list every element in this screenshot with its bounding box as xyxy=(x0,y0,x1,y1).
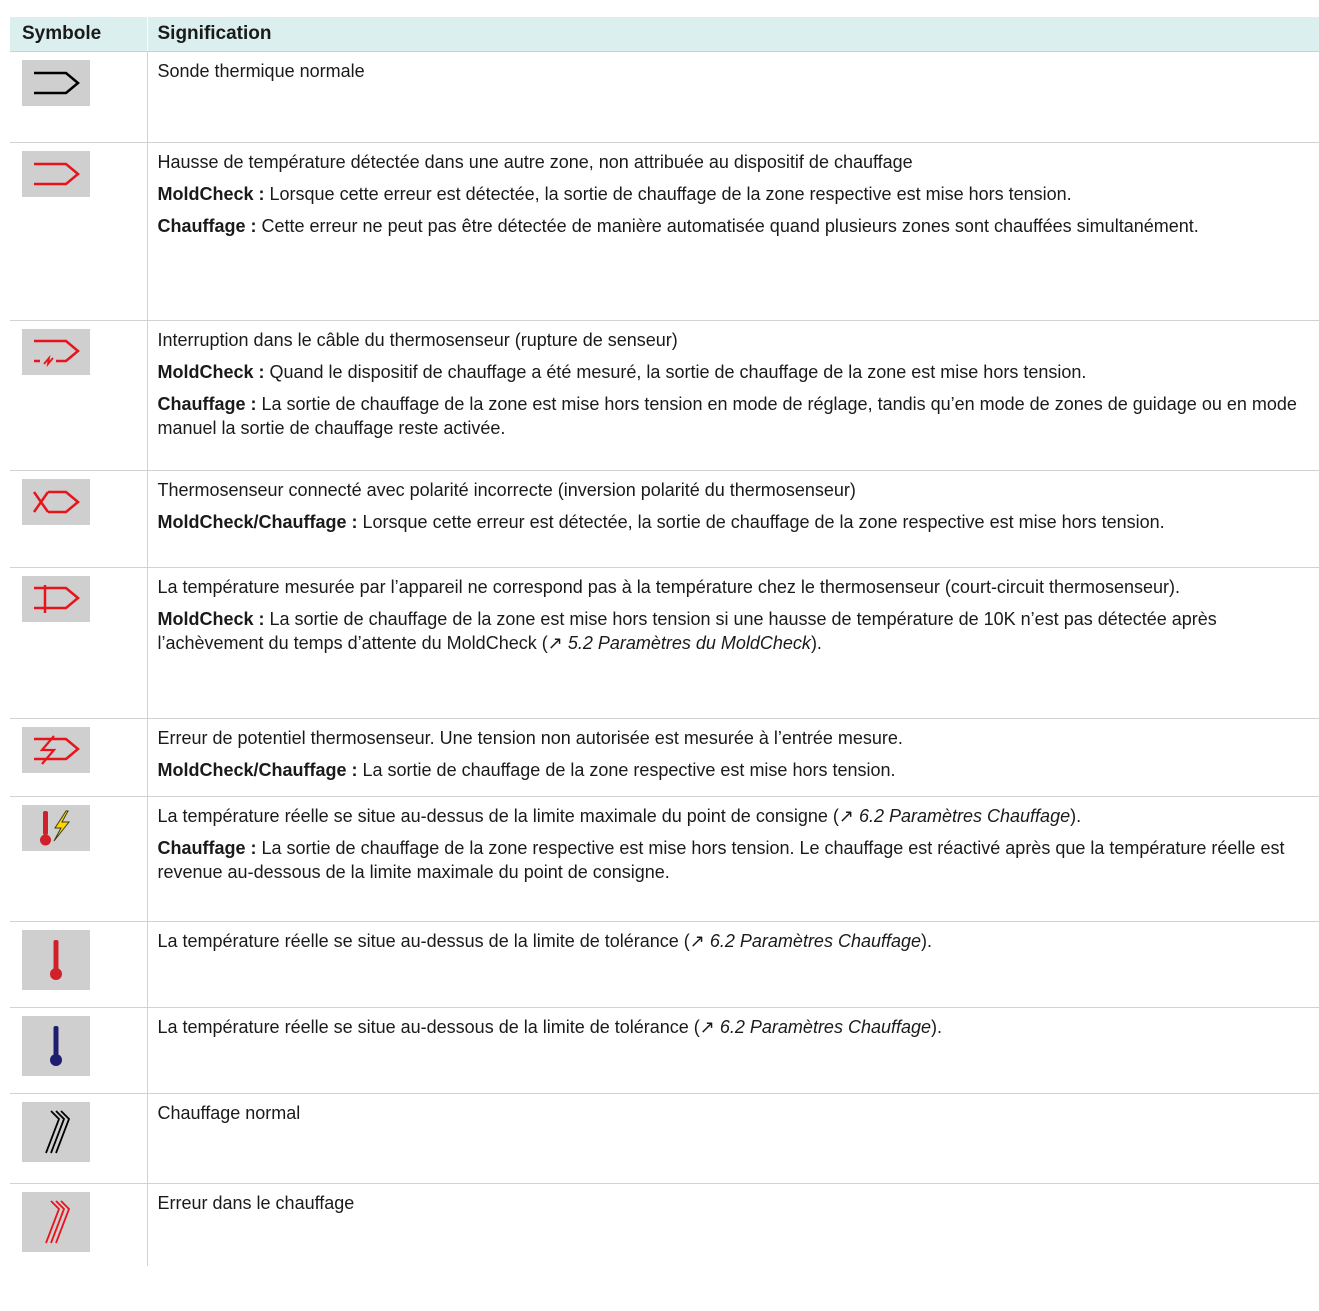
note-text: La sortie de chauffage de la zone respec… xyxy=(157,838,1285,882)
meaning-note: MoldCheck : La sortie de chauffage de la… xyxy=(158,607,1312,655)
meaning-note: MoldCheck/Chauffage : La sortie de chauf… xyxy=(158,758,1312,782)
symbol-table: Symbole Signification Sonde thermique no… xyxy=(10,17,1319,1266)
heater-error-icon xyxy=(22,1192,90,1252)
cross-ref-link[interactable]: 5.2 Paramètres du MoldCheck xyxy=(563,633,811,653)
symbol-cell xyxy=(10,142,147,321)
potential-error-icon xyxy=(22,727,90,773)
table-row: La température réelle se situe au-dessou… xyxy=(10,1007,1319,1094)
meaning-cell: Chauffage normal xyxy=(146,1093,1319,1184)
meaning-text: Erreur dans le chauffage xyxy=(157,1193,355,1213)
note-text: Cette erreur ne peut pas être détectée d… xyxy=(256,216,1199,236)
symbol-cell xyxy=(10,1007,147,1094)
over-temp-limit-icon xyxy=(22,805,90,851)
table-row: Erreur dans le chauffage xyxy=(10,1183,1319,1266)
meaning-text: La température mesurée par l’appareil ne… xyxy=(157,577,1181,597)
meaning-text-part: ). xyxy=(931,1017,943,1037)
meaning-note: MoldCheck/Chauffage : Lorsque cette erre… xyxy=(158,510,1312,534)
symbol-cell xyxy=(10,1184,147,1266)
cross-ref-arrow-icon: ↗ xyxy=(838,806,854,826)
cross-ref-arrow-icon: ↗ xyxy=(547,633,563,653)
symbol-cell xyxy=(10,567,147,719)
table-row: Erreur de potentiel thermosenseur. Une t… xyxy=(10,718,1319,797)
table-row: Thermosenseur connecté avec polarité inc… xyxy=(10,470,1319,568)
symbol-cell xyxy=(10,796,147,922)
meaning-text: Chauffage normal xyxy=(157,1103,301,1123)
meaning-text-part: ). xyxy=(1070,806,1082,826)
meaning-text-part: La température réelle se situe au-dessus… xyxy=(157,806,839,826)
meaning-note: Chauffage : Cette erreur ne peut pas êtr… xyxy=(158,214,1312,238)
table-row: Chauffage normal xyxy=(10,1093,1319,1184)
meaning-text: La température réelle se situe au-dessus… xyxy=(158,929,1312,953)
note-text: La sortie de chauffage de la zone est mi… xyxy=(157,394,1297,438)
cross-ref-link[interactable]: 6.2 Paramètres Chauffage xyxy=(705,931,921,951)
note-label: MoldCheck/Chauffage : xyxy=(157,512,358,532)
sensor-break-icon xyxy=(22,329,90,375)
note-text: Lorsque cette erreur est détectée, la so… xyxy=(357,512,1165,532)
meaning-text-part: La température réelle se situe au-dessus… xyxy=(157,931,690,951)
short-circuit-icon xyxy=(22,576,90,622)
note-label: MoldCheck : xyxy=(157,362,265,382)
meaning-text: Sonde thermique normale xyxy=(157,61,365,81)
thermocouple-normal-icon xyxy=(22,60,90,106)
cross-ref-arrow-icon: ↗ xyxy=(699,1017,715,1037)
note-label: Chauffage : xyxy=(157,394,257,414)
meaning-cell: La température réelle se situe au-dessus… xyxy=(146,921,1319,1008)
meaning-text: La température réelle se situe au-dessus… xyxy=(158,804,1312,828)
meaning-text: La température réelle se situe au-dessou… xyxy=(158,1015,1312,1039)
meaning-cell: Erreur de potentiel thermosenseur. Une t… xyxy=(146,718,1319,797)
note-label: Chauffage : xyxy=(157,838,257,858)
meaning-text: Erreur de potentiel thermosenseur. Une t… xyxy=(157,728,903,748)
note-text: ). xyxy=(810,633,822,653)
thermometer-low-icon xyxy=(22,1016,90,1076)
meaning-cell: Interruption dans le câble du thermosens… xyxy=(146,320,1319,471)
symbol-cell xyxy=(10,921,147,1008)
table-row: La température réelle se situe au-dessus… xyxy=(10,796,1319,922)
meaning-cell: La température réelle se situe au-dessou… xyxy=(146,1007,1319,1094)
table-row: Sonde thermique normale xyxy=(10,51,1319,143)
meaning-text: Hausse de température détectée dans une … xyxy=(157,152,913,172)
meaning-cell: Erreur dans le chauffage xyxy=(146,1183,1319,1266)
note-label: MoldCheck : xyxy=(157,184,265,204)
cross-ref-arrow-icon: ↗ xyxy=(689,931,705,951)
note-label: MoldCheck : xyxy=(157,609,265,629)
table-header-row: Symbole Signification xyxy=(10,17,1319,52)
meaning-cell: La température réelle se situe au-dessus… xyxy=(146,796,1319,922)
meaning-text: Thermosenseur connecté avec polarité inc… xyxy=(157,480,856,500)
cross-ref-link[interactable]: 6.2 Paramètres Chauffage xyxy=(854,806,1070,826)
heater-normal-icon xyxy=(22,1102,90,1162)
symbol-cell xyxy=(10,320,147,471)
meaning-cell: Sonde thermique normale xyxy=(146,51,1319,143)
symbol-cell xyxy=(10,1093,147,1184)
thermometer-high-icon xyxy=(22,930,90,990)
meaning-cell: Thermosenseur connecté avec polarité inc… xyxy=(146,470,1319,568)
thermocouple-red-icon xyxy=(22,151,90,197)
note-label: Chauffage : xyxy=(157,216,257,236)
meaning-cell: Hausse de température détectée dans une … xyxy=(146,142,1319,321)
symbol-cell xyxy=(10,51,147,143)
note-text: Lorsque cette erreur est détectée, la so… xyxy=(264,184,1072,204)
meaning-note: MoldCheck : Quand le dispositif de chauf… xyxy=(158,360,1312,384)
header-meaning: Signification xyxy=(146,17,1319,52)
polarity-reversed-icon xyxy=(22,479,90,525)
table-row: Interruption dans le câble du thermosens… xyxy=(10,320,1319,471)
symbol-cell xyxy=(10,718,147,797)
meaning-note: Chauffage : La sortie de chauffage de la… xyxy=(158,836,1312,884)
header-symbol: Symbole xyxy=(10,17,147,52)
meaning-text: Interruption dans le câble du thermosens… xyxy=(157,330,678,350)
symbol-cell xyxy=(10,470,147,568)
meaning-text-part: La température réelle se situe au-dessou… xyxy=(157,1017,700,1037)
meaning-note: MoldCheck : Lorsque cette erreur est dét… xyxy=(158,182,1312,206)
meaning-text-part: ). xyxy=(921,931,933,951)
table-row: Hausse de température détectée dans une … xyxy=(10,142,1319,321)
note-text: La sortie de chauffage de la zone respec… xyxy=(357,760,896,780)
note-label: MoldCheck/Chauffage : xyxy=(157,760,358,780)
table-row: La température mesurée par l’appareil ne… xyxy=(10,567,1319,719)
table-row: La température réelle se situe au-dessus… xyxy=(10,921,1319,1008)
cross-ref-link[interactable]: 6.2 Paramètres Chauffage xyxy=(715,1017,931,1037)
meaning-cell: La température mesurée par l’appareil ne… xyxy=(146,567,1319,719)
note-text: Quand le dispositif de chauffage a été m… xyxy=(264,362,1087,382)
meaning-note: Chauffage : La sortie de chauffage de la… xyxy=(158,392,1312,440)
